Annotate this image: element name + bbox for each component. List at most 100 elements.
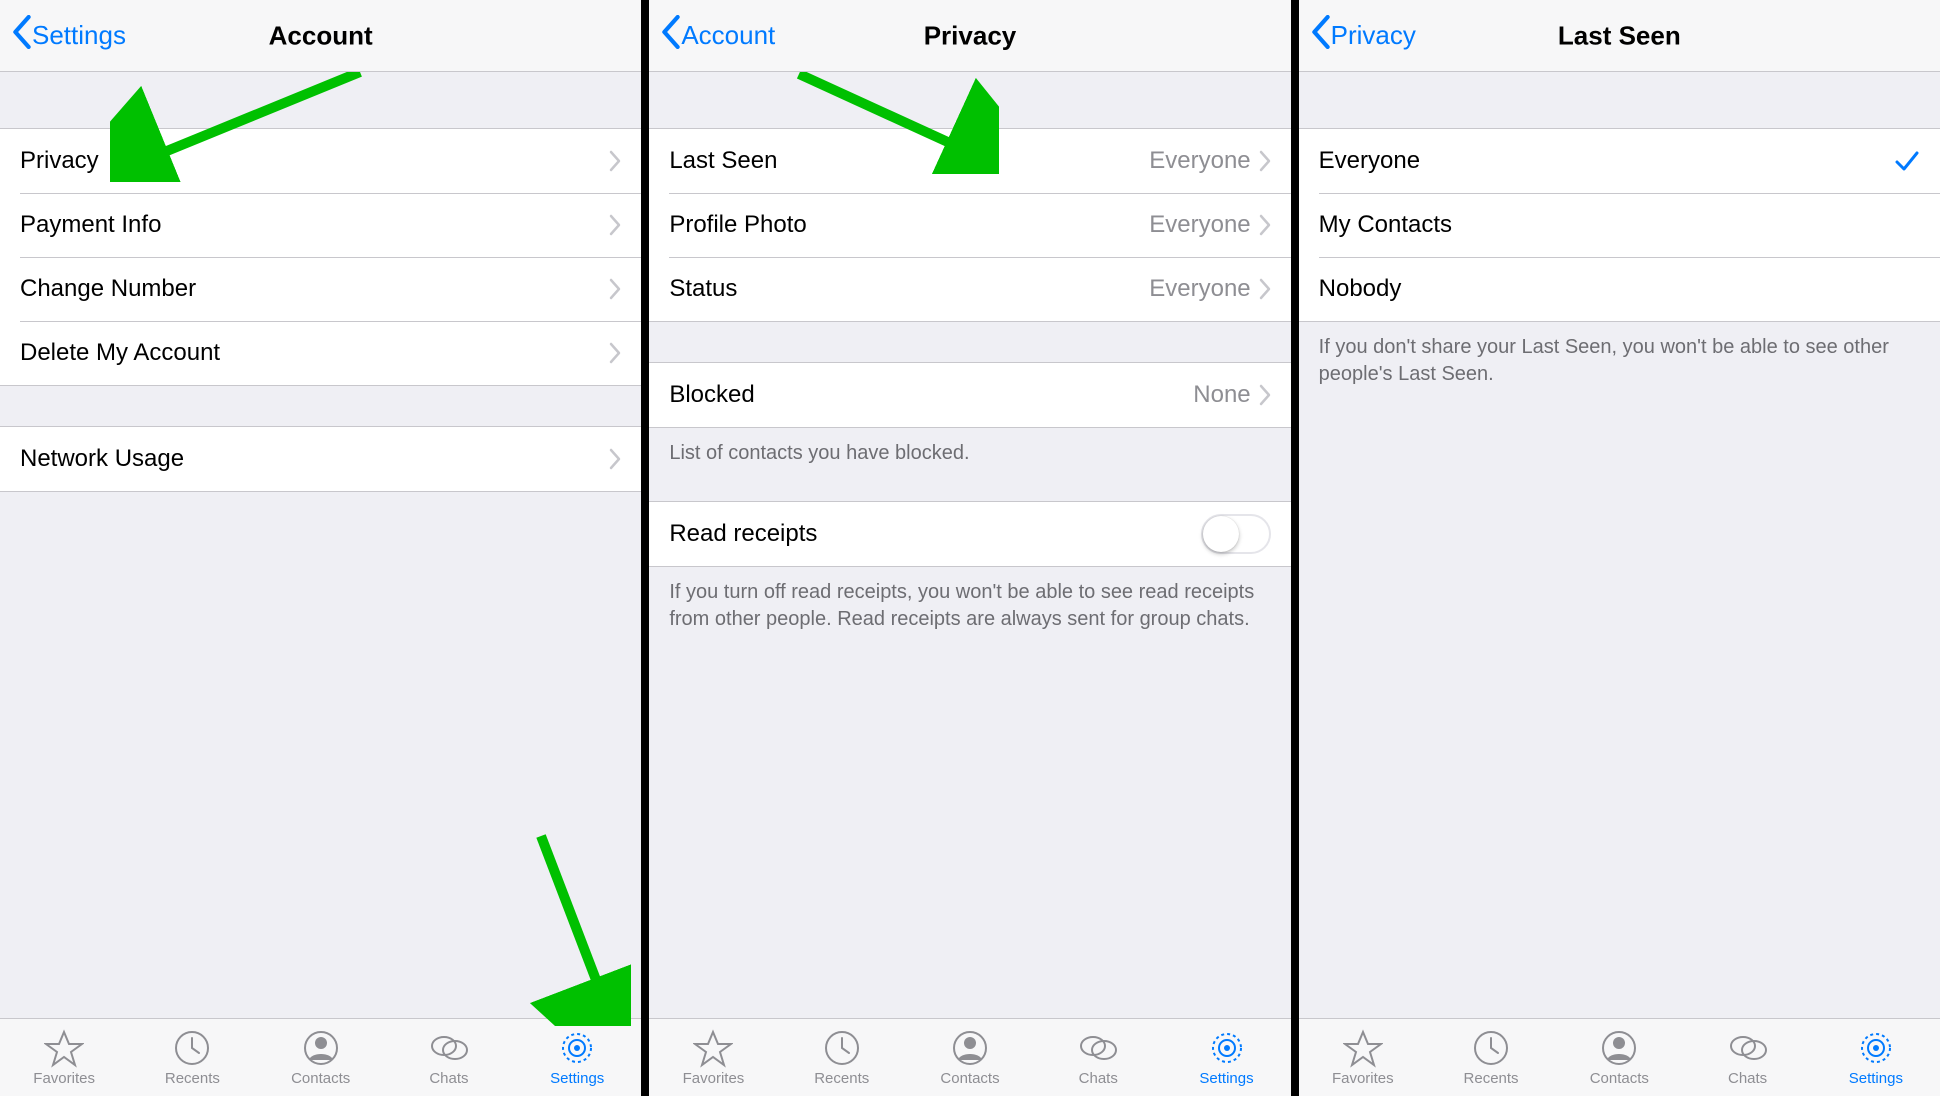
blocked-note: List of contacts you have blocked. (649, 428, 1290, 479)
content: Everyone My Contacts Nobody If you don't… (1299, 72, 1940, 1018)
chevron-right-icon (609, 214, 621, 236)
cell-label: Blocked (669, 381, 1193, 409)
cell-network-usage[interactable]: Network Usage (0, 427, 641, 491)
cell-privacy[interactable]: Privacy (0, 129, 641, 193)
tab-label: Favorites (1332, 1070, 1394, 1087)
toggle-knob (1203, 516, 1239, 552)
cell-change-number[interactable]: Change Number (0, 257, 641, 321)
back-button[interactable]: Settings (12, 15, 126, 56)
cell-label: Network Usage (20, 445, 609, 473)
tab-settings[interactable]: Settings (1162, 1019, 1290, 1096)
cell-blocked[interactable]: Blocked None (649, 363, 1290, 427)
privacy-visibility-group: Last Seen Everyone Profile Photo Everyon… (649, 128, 1290, 322)
chevron-right-icon (609, 342, 621, 364)
screen-last-seen: Privacy Last Seen Everyone My Contacts N… (1299, 0, 1940, 1096)
cell-value: Everyone (1149, 211, 1250, 239)
tabbar: Favorites Recents Contacts Chats Setting… (1299, 1018, 1940, 1096)
tab-settings[interactable]: Settings (1812, 1019, 1940, 1096)
back-button[interactable]: Privacy (1311, 15, 1416, 56)
tab-recents[interactable]: Recents (128, 1019, 256, 1096)
tab-label: Settings (550, 1070, 604, 1087)
option-my-contacts[interactable]: My Contacts (1299, 193, 1940, 257)
cell-payment-info[interactable]: Payment Info (0, 193, 641, 257)
tab-label: Chats (1728, 1070, 1767, 1087)
tab-chats[interactable]: Chats (385, 1019, 513, 1096)
chevron-left-icon (661, 15, 681, 56)
back-label: Account (681, 20, 775, 51)
cell-label: Privacy (20, 147, 609, 175)
tab-recents[interactable]: Recents (778, 1019, 906, 1096)
cell-status[interactable]: Status Everyone (649, 257, 1290, 321)
tab-label: Recents (165, 1070, 220, 1087)
screen-divider (1291, 0, 1299, 1096)
content: Privacy Payment Info Change Number Delet… (0, 72, 641, 1018)
star-icon (44, 1028, 84, 1068)
tab-settings[interactable]: Settings (513, 1019, 641, 1096)
chevron-left-icon (1311, 15, 1331, 56)
option-nobody[interactable]: Nobody (1299, 257, 1940, 321)
cell-value: Everyone (1149, 275, 1250, 303)
read-receipts-group: Read receipts (649, 501, 1290, 567)
back-label: Settings (32, 20, 126, 51)
tab-label: Recents (1464, 1070, 1519, 1087)
navbar: Settings Account (0, 0, 641, 72)
nav-title: Last Seen (1558, 20, 1681, 51)
gear-icon (557, 1028, 597, 1068)
tab-favorites[interactable]: Favorites (1299, 1019, 1427, 1096)
clock-icon (1471, 1028, 1511, 1068)
cell-label: Read receipts (669, 520, 1200, 548)
cell-label: Status (669, 275, 1149, 303)
option-everyone[interactable]: Everyone (1299, 129, 1940, 193)
cell-label: Change Number (20, 275, 609, 303)
read-receipts-toggle[interactable] (1201, 514, 1271, 554)
back-button[interactable]: Account (661, 15, 775, 56)
last-seen-note: If you don't share your Last Seen, you w… (1299, 322, 1940, 400)
cell-label: My Contacts (1319, 211, 1920, 239)
cell-last-seen[interactable]: Last Seen Everyone (649, 129, 1290, 193)
tab-label: Favorites (33, 1070, 95, 1087)
nav-title: Privacy (924, 20, 1017, 51)
screen-divider (641, 0, 649, 1096)
tab-favorites[interactable]: Favorites (649, 1019, 777, 1096)
tab-label: Chats (429, 1070, 468, 1087)
tab-chats[interactable]: Chats (1683, 1019, 1811, 1096)
tab-label: Favorites (683, 1070, 745, 1087)
blocked-group: Blocked None (649, 362, 1290, 428)
cell-label: Last Seen (669, 147, 1149, 175)
tab-recents[interactable]: Recents (1427, 1019, 1555, 1096)
screen-account: Settings Account Privacy Payment Info Ch… (0, 0, 641, 1096)
content: Last Seen Everyone Profile Photo Everyon… (649, 72, 1290, 1018)
cell-profile-photo[interactable]: Profile Photo Everyone (649, 193, 1290, 257)
chat-icon (429, 1028, 469, 1068)
cell-read-receipts[interactable]: Read receipts (649, 502, 1290, 566)
person-icon (301, 1028, 341, 1068)
tab-contacts[interactable]: Contacts (1555, 1019, 1683, 1096)
tab-contacts[interactable]: Contacts (906, 1019, 1034, 1096)
checkmark-icon (1894, 148, 1920, 174)
clock-icon (172, 1028, 212, 1068)
cell-value: Everyone (1149, 147, 1250, 175)
cell-label: Delete My Account (20, 339, 609, 367)
clock-icon (822, 1028, 862, 1068)
navbar: Privacy Last Seen (1299, 0, 1940, 72)
tab-label: Recents (814, 1070, 869, 1087)
nav-title: Account (269, 20, 373, 51)
tab-chats[interactable]: Chats (1034, 1019, 1162, 1096)
tab-favorites[interactable]: Favorites (0, 1019, 128, 1096)
person-icon (950, 1028, 990, 1068)
tabbar: Favorites Recents Contacts Chats Setting… (0, 1018, 641, 1096)
account-group-1: Privacy Payment Info Change Number Delet… (0, 128, 641, 386)
cell-label: Profile Photo (669, 211, 1149, 239)
tabbar: Favorites Recents Contacts Chats Setting… (649, 1018, 1290, 1096)
chevron-left-icon (12, 15, 32, 56)
cell-delete-account[interactable]: Delete My Account (0, 321, 641, 385)
tab-label: Contacts (940, 1070, 999, 1087)
tab-label: Settings (1199, 1070, 1253, 1087)
star-icon (693, 1028, 733, 1068)
gear-icon (1207, 1028, 1247, 1068)
tab-label: Contacts (291, 1070, 350, 1087)
tab-contacts[interactable]: Contacts (257, 1019, 385, 1096)
back-label: Privacy (1331, 20, 1416, 51)
navbar: Account Privacy (649, 0, 1290, 72)
chevron-right-icon (1259, 278, 1271, 300)
